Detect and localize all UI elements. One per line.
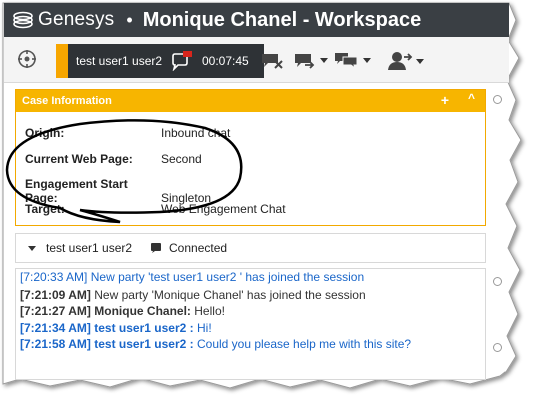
chat-message: [7:21:34 AM] test user1 user2 : Hi! [20, 321, 212, 335]
message-text: New party 'Monique Chanel' has joined th… [94, 288, 366, 302]
connected-chat-icon [151, 243, 161, 253]
message-sender: test user1 user2 : [94, 321, 194, 335]
chat-message: [7:21:58 AM] test user1 user2 : Could yo… [20, 337, 411, 351]
side-indicator-dot[interactable] [493, 343, 502, 352]
side-indicator-dot[interactable] [493, 95, 502, 104]
chat-status: Connected [169, 241, 228, 255]
chat-message: [7:20:33 AM] New party 'test user1 user2… [20, 270, 364, 284]
side-indicator-dot[interactable] [493, 277, 502, 286]
message-text: Hi! [196, 321, 212, 335]
message-time: [7:21:09 AM] [20, 288, 91, 302]
message-sender: Monique Chanel: [94, 304, 191, 318]
side-panel-strip [489, 89, 503, 379]
message-text: Hello! [194, 304, 225, 318]
message-time: [7:21:27 AM] [20, 304, 91, 318]
chat-party-bar: test user1 user2 Connected [15, 233, 486, 263]
collapse-party-icon[interactable] [28, 245, 36, 251]
chat-party-name: test user1 user2 [46, 241, 133, 255]
message-time: [7:21:34 AM] [20, 321, 91, 335]
message-time: [7:21:58 AM] [20, 337, 91, 351]
message-time: [7:20:33 AM] [20, 270, 88, 284]
chat-message: [7:21:27 AM] Monique Chanel: Hello! [20, 304, 225, 318]
chat-transcript: [7:20:33 AM] New party 'test user1 user2… [15, 268, 486, 380]
message-text: Could you please help me with this site? [196, 337, 412, 351]
message-text: New party 'test user1 user2 ' has joined… [90, 270, 365, 284]
chat-message: [7:21:09 AM] New party 'Monique Chanel' … [20, 288, 366, 302]
message-sender: test user1 user2 : [94, 337, 194, 351]
